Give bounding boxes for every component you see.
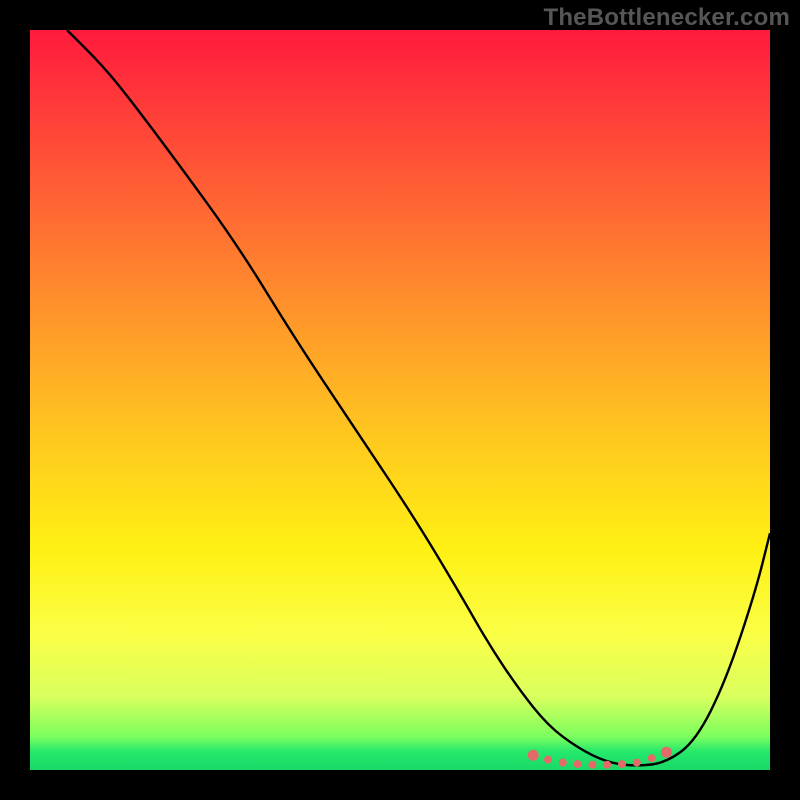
marker-dot — [661, 747, 672, 758]
marker-dot — [633, 759, 641, 767]
marker-dot — [588, 761, 596, 769]
plot-background — [30, 30, 770, 770]
marker-dot — [618, 760, 626, 768]
marker-dot — [648, 754, 656, 762]
chart-frame: TheBottlenecker.com — [0, 0, 800, 800]
marker-dot — [559, 759, 567, 767]
marker-dot — [603, 761, 611, 769]
bottleneck-chart — [0, 0, 800, 800]
marker-dot — [528, 750, 539, 761]
marker-dot — [544, 756, 552, 764]
watermark-text: TheBottlenecker.com — [543, 4, 790, 32]
marker-dot — [574, 760, 582, 768]
